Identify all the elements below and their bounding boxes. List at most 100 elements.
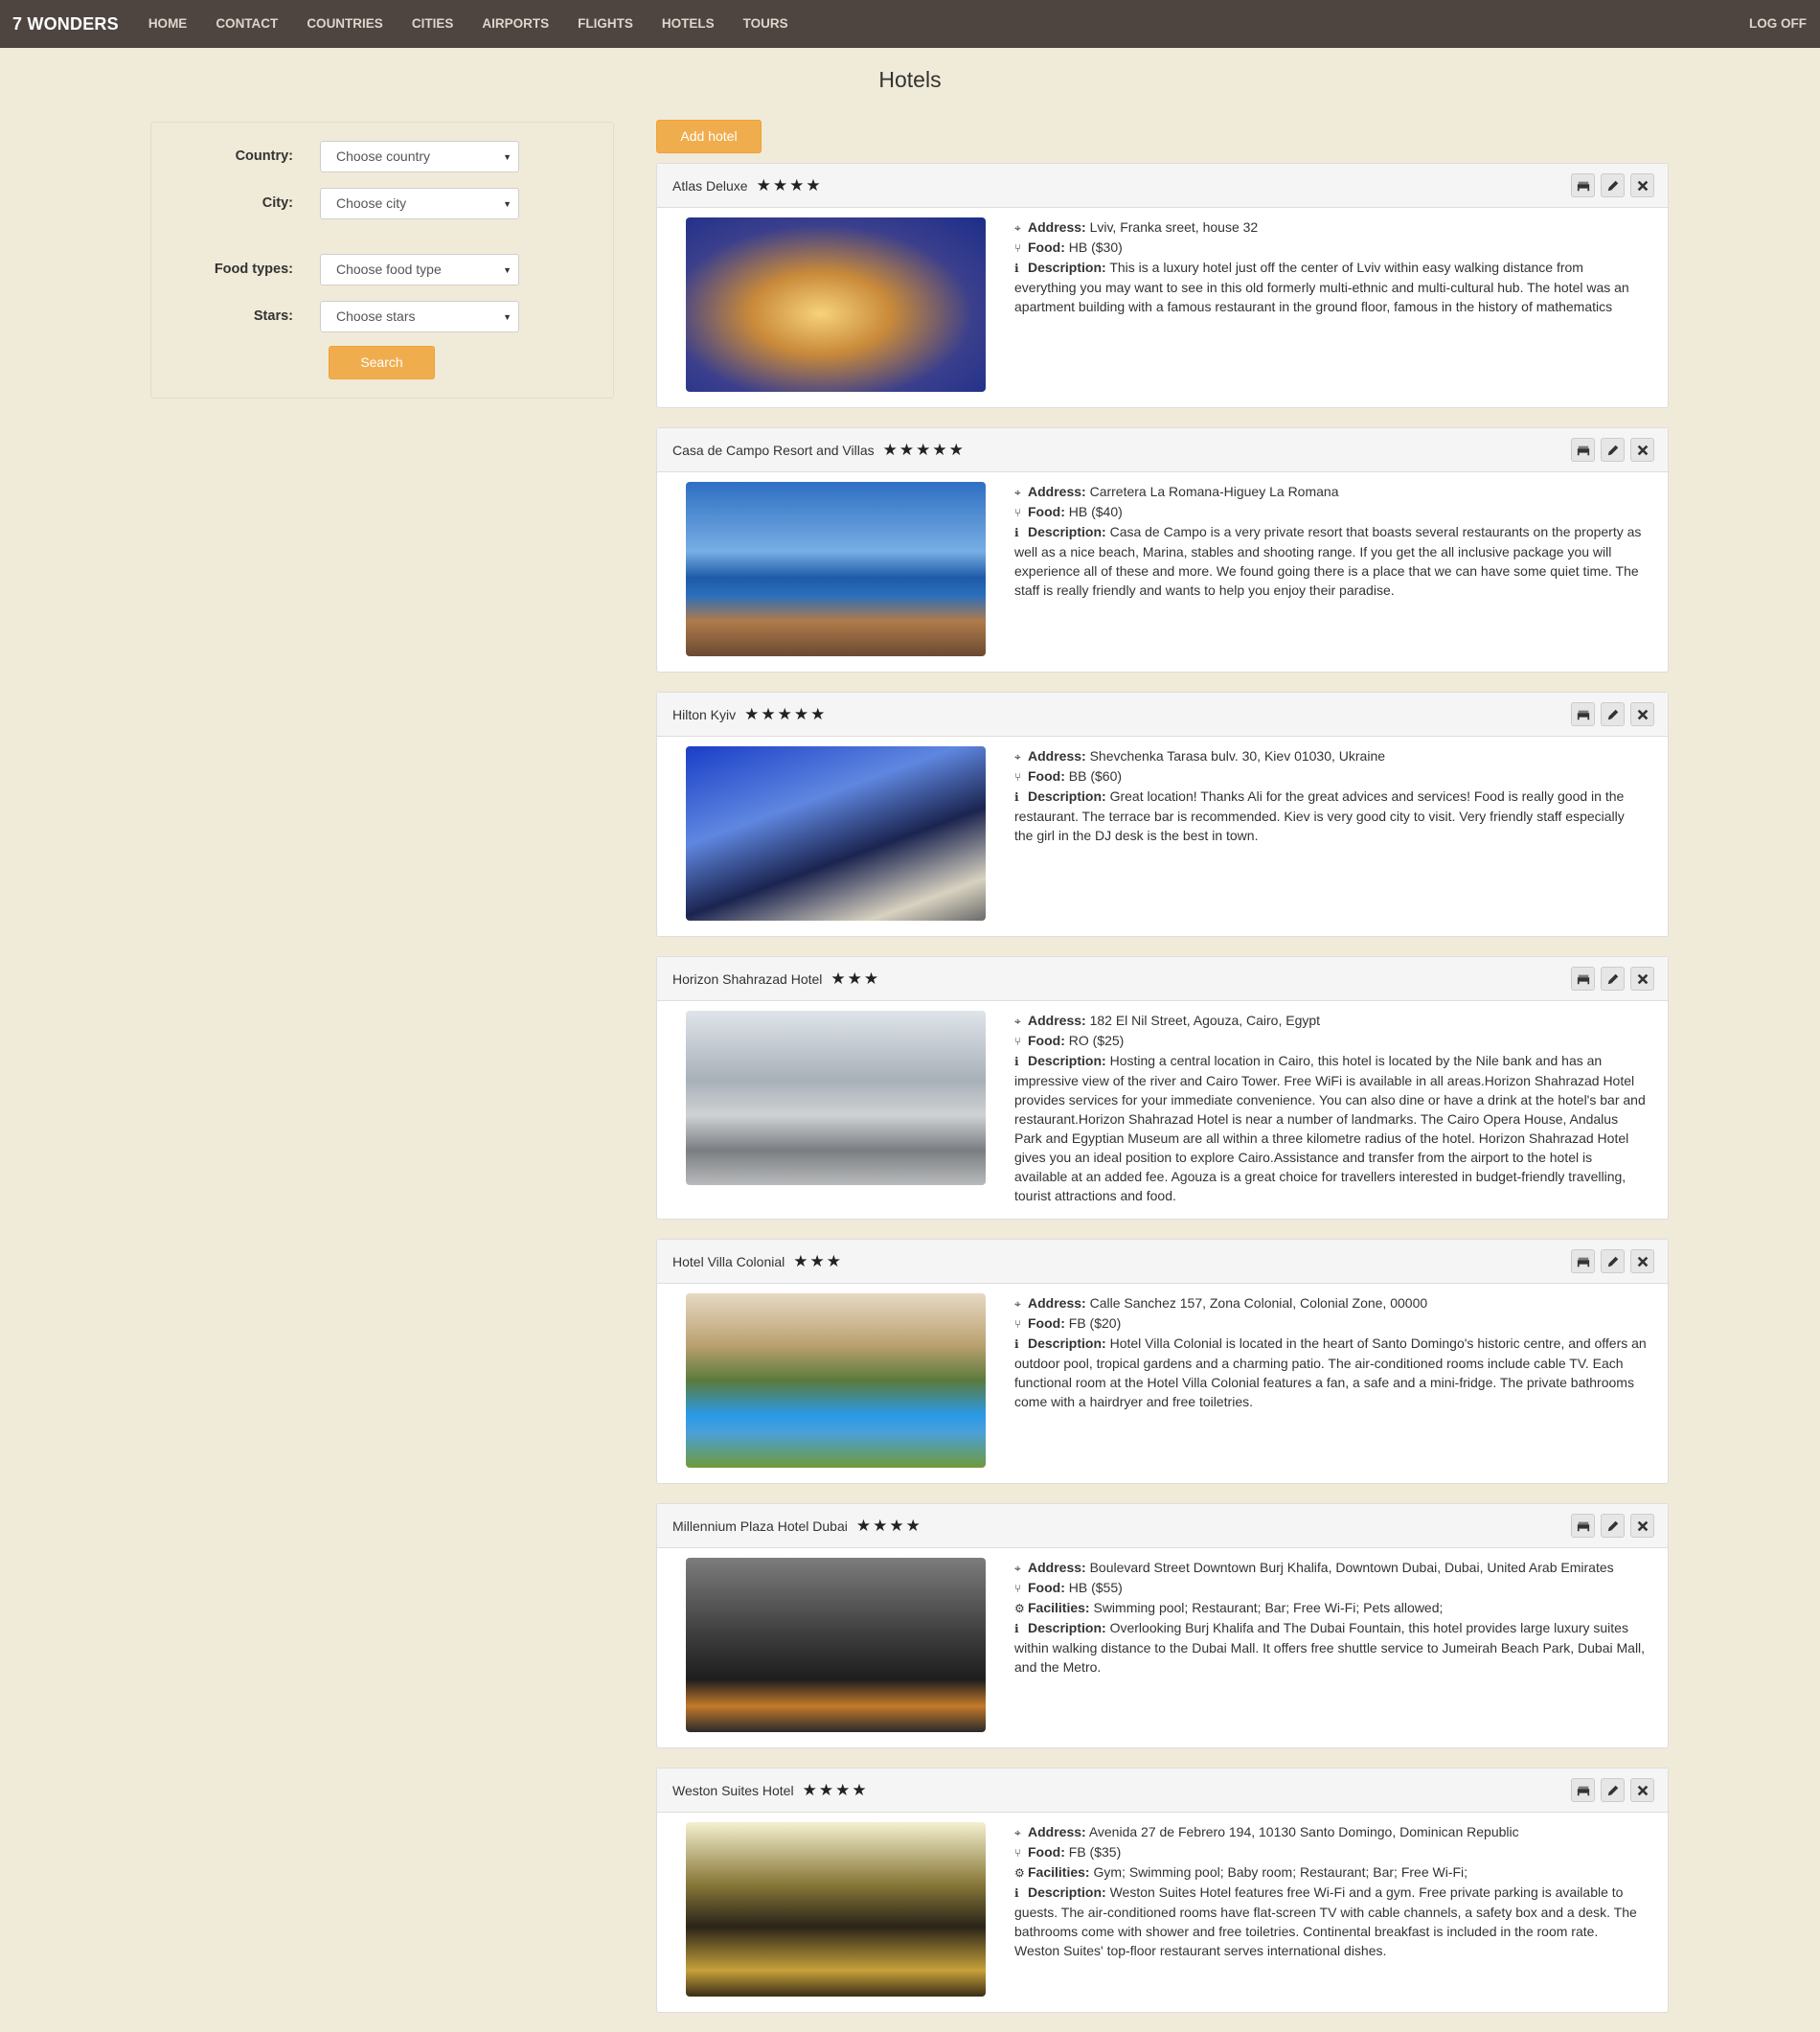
edit-button[interactable] xyxy=(1601,1778,1625,1802)
hotel-name: Casa de Campo Resort and Villas xyxy=(672,442,875,458)
delete-button[interactable] xyxy=(1630,173,1654,197)
rooms-button[interactable] xyxy=(1571,438,1595,462)
address-line: ⌖ Address: Calle Sanchez 157, Zona Coloni… xyxy=(1014,1293,1647,1313)
bed-icon xyxy=(1577,1521,1589,1531)
hotel-photo[interactable] xyxy=(686,1011,986,1185)
hotel-description: Weston Suites Hotel features free Wi-Fi … xyxy=(1014,1884,1637,1958)
country-label: Country: xyxy=(235,148,293,164)
hotel-name: Hotel Villa Colonial xyxy=(672,1253,785,1269)
food-line: ⑂ Food: HB ($55) xyxy=(1014,1578,1647,1598)
address-line: ⌖ Address: Boulevard Street Downtown Burj… xyxy=(1014,1558,1647,1578)
hotel-actions xyxy=(1571,1514,1654,1538)
edit-button[interactable] xyxy=(1601,1249,1625,1273)
brand-logo[interactable]: 7 WONDERS xyxy=(12,14,119,34)
hotel-description: Hosting a central location in Cairo, thi… xyxy=(1014,1053,1646,1203)
rooms-button[interactable] xyxy=(1571,1249,1595,1273)
hotel-food: HB ($40) xyxy=(1068,504,1123,519)
hotel-address: Carretera La Romana-Higuey La Romana xyxy=(1089,484,1339,499)
address-label: Address: xyxy=(1028,484,1086,499)
nav-contact[interactable]: CONTACT xyxy=(201,0,292,48)
food-label: Food: xyxy=(1028,1580,1065,1595)
top-navbar: 7 WONDERS HOME CONTACT COUNTRIES CITIES … xyxy=(0,0,1820,48)
nav-home[interactable]: HOME xyxy=(134,0,202,48)
country-select-value: Choose country xyxy=(336,148,431,164)
hotel-food: FB ($35) xyxy=(1068,1844,1122,1860)
stars-select-value: Choose stars xyxy=(336,308,416,324)
pencil-icon xyxy=(1607,445,1618,455)
bed-icon xyxy=(1577,181,1589,191)
delete-button[interactable] xyxy=(1630,702,1654,726)
hotel-stars: ★★★★ xyxy=(802,1780,869,1799)
nav-cities[interactable]: CITIES xyxy=(398,0,468,48)
hotel-actions xyxy=(1571,1249,1654,1273)
edit-button[interactable] xyxy=(1601,438,1625,462)
edit-button[interactable] xyxy=(1601,1514,1625,1538)
pencil-icon xyxy=(1607,1785,1618,1795)
cutlery-icon: ⑂ xyxy=(1014,1582,1022,1595)
hotel-card: Hilton Kyiv ★★★★★ ⌖Address: Shevchenka xyxy=(656,692,1669,937)
info-icon: ℹ xyxy=(1014,1622,1019,1635)
delete-button[interactable] xyxy=(1630,1778,1654,1802)
city-row: City: Choose city ▼ xyxy=(151,188,615,219)
nav-flights[interactable]: FLIGHTS xyxy=(563,0,648,48)
hotel-info: ⌖ Address: Carretera La Romana-Higuey La … xyxy=(1014,482,1647,658)
add-hotel-button[interactable]: Add hotel xyxy=(656,120,762,153)
stars-select[interactable]: Choose stars ▼ xyxy=(320,301,519,332)
bed-icon xyxy=(1577,445,1589,455)
nav-airports[interactable]: AIRPORTS xyxy=(467,0,563,48)
hotel-card-body: ⌖ Address: Shevchenka Tarasa bulv. 30, Ki… xyxy=(657,737,1668,936)
delete-button[interactable] xyxy=(1630,438,1654,462)
city-select[interactable]: Choose city ▼ xyxy=(320,188,519,219)
hotel-card: Hotel Villa Colonial ★★★ ⌖ Address: Call… xyxy=(656,1239,1669,1484)
hotel-card: Horizon Shahrazad Hotel ★★★ ⌖ Address: 1… xyxy=(656,956,1669,1220)
hotel-actions xyxy=(1571,967,1654,991)
cog-icon: ⚙ xyxy=(1014,1602,1025,1615)
hotel-info: ⌖ Address: 182 El Nil Street, Agouza, Cai… xyxy=(1014,1011,1647,1205)
country-select[interactable]: Choose country ▼ xyxy=(320,141,519,172)
hotel-description: Great location! Thanks Ali for the great… xyxy=(1014,788,1625,843)
city-label: City: xyxy=(262,195,293,211)
map-marker-icon: ⌖ xyxy=(1014,1297,1021,1311)
edit-button[interactable] xyxy=(1601,967,1625,991)
rooms-button[interactable] xyxy=(1571,967,1595,991)
logoff-link[interactable]: LOG OFF xyxy=(1749,0,1807,48)
address-label: Address: xyxy=(1028,219,1086,235)
rooms-button[interactable] xyxy=(1571,1514,1595,1538)
hotel-name: Weston Suites Hotel xyxy=(672,1782,794,1798)
nav-countries[interactable]: COUNTRIES xyxy=(292,0,398,48)
food-label: Food: xyxy=(1028,768,1065,784)
hotel-photo[interactable] xyxy=(686,1558,986,1732)
close-icon xyxy=(1637,1256,1648,1267)
hotel-stars: ★★★★ xyxy=(855,1516,922,1535)
bed-icon xyxy=(1577,974,1589,984)
rooms-button[interactable] xyxy=(1571,702,1595,726)
pencil-icon xyxy=(1607,709,1618,719)
search-button[interactable]: Search xyxy=(329,346,435,379)
hotel-photo[interactable] xyxy=(686,746,986,921)
delete-button[interactable] xyxy=(1630,1249,1654,1273)
delete-button[interactable] xyxy=(1630,1514,1654,1538)
edit-button[interactable] xyxy=(1601,173,1625,197)
hotel-photo[interactable] xyxy=(686,1293,986,1468)
hotel-name: Millennium Plaza Hotel Dubai xyxy=(672,1518,848,1534)
nav-tours[interactable]: TOURS xyxy=(729,0,803,48)
rooms-button[interactable] xyxy=(1571,173,1595,197)
description-line: ℹ Description: Casa de Campo is a very pr… xyxy=(1014,522,1647,600)
rooms-button[interactable] xyxy=(1571,1778,1595,1802)
food-label: Food: xyxy=(1028,1315,1065,1331)
cutlery-icon: ⑂ xyxy=(1014,770,1022,784)
hotel-stars: ★★★★ xyxy=(756,175,823,194)
description-label: Description: xyxy=(1028,1620,1106,1635)
hotel-photo[interactable] xyxy=(686,482,986,656)
close-icon xyxy=(1637,973,1648,984)
hotel-photo[interactable] xyxy=(686,1822,986,1997)
nav-hotels[interactable]: HOTELS xyxy=(648,0,729,48)
food-select[interactable]: Choose food type ▼ xyxy=(320,254,519,285)
hotel-photo[interactable] xyxy=(686,217,986,392)
edit-button[interactable] xyxy=(1601,702,1625,726)
food-select-value: Choose food type xyxy=(336,262,442,277)
delete-button[interactable] xyxy=(1630,967,1654,991)
close-icon xyxy=(1637,180,1648,191)
info-icon: ℹ xyxy=(1014,1055,1019,1068)
food-line: ⑂ Food: BB ($60) xyxy=(1014,766,1647,787)
